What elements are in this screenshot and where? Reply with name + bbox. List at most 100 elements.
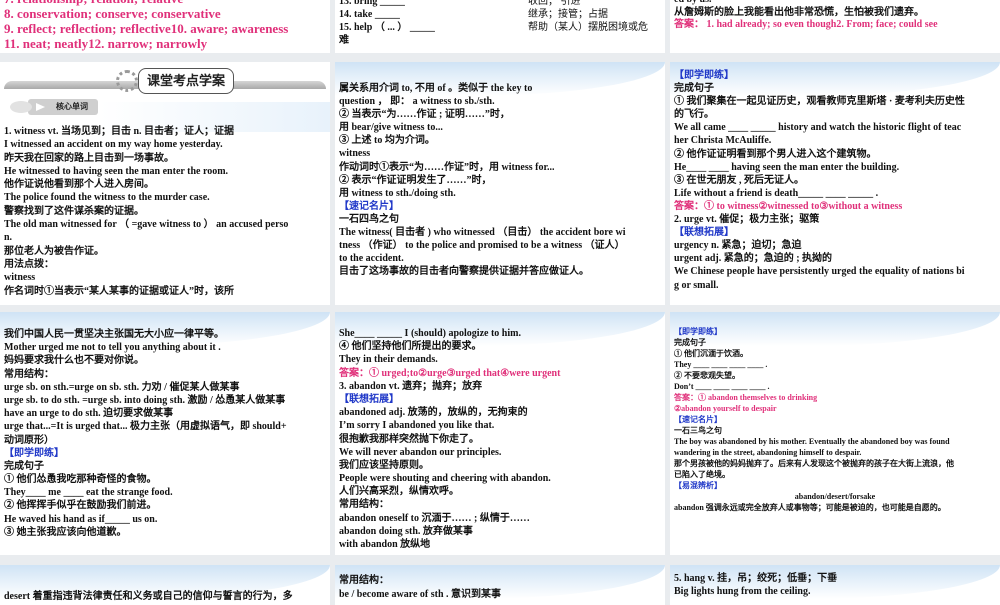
slide-top-left[interactable]: 7. relationship; relation; relative8. co… [0,0,330,53]
slide-abandon-expand[interactable]: She____ _____ I (should) apologize to hi… [335,312,665,555]
text-line: 的飞行。 [674,109,714,121]
text-line: 我们应该坚持原则。 [339,459,429,471]
text-line: 常用结构： [339,575,389,586]
text-line: 人们兴高采烈，纵情欢呼。 [339,486,459,498]
text-line: He witnessed to having seen the man ente… [4,165,229,177]
text-line: 妈妈要求我什么也不要对你说。 [4,355,144,367]
slide-witness-core[interactable]: 课堂考点学案 核心单词 1. witness vt. 当场见到；目击 n. 目击… [0,62,330,305]
slide-abandon-practice[interactable]: 【即学即练】 完成句子 ① 他们沉湎于饮酒。 They ____ ____ ____ … [670,312,1000,555]
text-line: 完成句子 [674,338,706,347]
text-line: 用 witness to sth./doing sth. [339,187,456,199]
answer-line: 9. reflect; reflection; reflective10. aw… [4,21,289,36]
section-heading: 【即学即练】 [4,447,64,459]
text-line: 那个男孩被他的妈妈抛弃了。后来有人发现这个被抛弃的孩子在大街上流浪，他 [674,459,954,468]
text-line: Mother urged me not to tell you anything… [4,342,221,354]
text-line: urgent adj. 紧急的；急迫的 ; 执拗的 [674,253,833,265]
text-line: abandon oneself to 沉湎于…… ; 纵情于…… [339,512,530,524]
answer-line: ②abandon yourself to despair [674,404,777,413]
answer-line: 8. conservation; conserve; conservative [4,6,221,21]
text-line: 继承；接管；占据 [528,9,608,20]
slide-hang[interactable]: 5. hang v. 挂，吊；绞死；低垂；下垂 Big lights hung f… [670,565,1000,605]
text-line: He____ ____ having seen the man enter th… [674,161,900,173]
text-line: witness [4,272,36,284]
section-heading: 【联想拓展】 [339,393,399,405]
text-line: They in their demands. [339,354,438,366]
slide-witness-usage[interactable]: 属关系用介词 to, 不用 of 。类似于 the key to question… [335,62,665,305]
text-line: He waved his hand as if_____ us on. [4,513,158,525]
text-line: ④ 他们坚持他们所提出的要求。 [339,341,482,353]
section-tag-label: 核心单词 [56,102,88,111]
slide-urge-structures[interactable]: 我们中国人民一贯坚决主张国无大小应一律平等。 Mother urged me no… [0,312,330,555]
section-tag: 核心单词 [10,99,98,115]
text-line: 用法点拨： [4,258,54,270]
text-line: ③ 在世无朋友 , 死后无证人。 [674,174,804,186]
slide-text: 属关系用介词 to, 不用 of 。类似于 the key to question… [339,82,661,278]
text-line: 那位老人为被告作证。 [4,245,104,257]
section-heading: 【即学即练】 [674,327,722,336]
text-line: The police found the witness to the murd… [4,192,210,204]
section-banner: 课堂考点学案 [0,68,330,96]
text-line: ② 当表示“为……作证 ; 证明……”时， [339,109,510,121]
text-line: urgency n. 紧急；迫切；急迫 [674,240,802,252]
text-line: n. [4,232,13,244]
text-line: ① 他们沉湎于饮酒。 [674,349,748,358]
slide-text: 1. witness vt. 当场见到；目击 n. 目击者；证人；证据 I wit… [4,125,326,298]
text-line: 常用结构： [339,499,389,511]
text-line: 难 [339,35,349,46]
text-line: We Chinese people have persistently urge… [674,266,965,278]
text-line: ③ 上述 to 均为介词。 [339,135,435,147]
slide-top-right[interactable]: ed by us.从詹姆斯的脸上我能看出他非常恐慌，生怕被我们遗弃。答案： 1.… [670,0,1000,53]
slide-text: 我们中国人民一贯坚决主张国无大小应一律平等。 Mother urged me no… [4,328,326,539]
text-line: 2. urge vt. 催促；极力主张；驱策 [674,214,820,226]
text-line: 目击了这场事故的目击者向警察提供证据并答应做证人。 [339,266,589,278]
slide-witness-practice[interactable]: 【即学即练】 完成句子 ① 我们聚集在一起见证历史，观看教师克里斯塔 · 麦考利夫历… [670,62,1000,305]
text-line: question ， 即： a witness to sb./sth. [339,96,495,108]
section-title: 课堂考点学案 [138,68,235,94]
slide-text-right: 收回； 引进继承；接管；占据 帮助（某人）摆脱困境或危 [528,0,661,34]
text-line: with abandon 放纵地 [339,539,431,550]
text-line: They ____ ____ ____ ____ . [674,360,768,369]
play-icon [36,103,45,111]
text-line: The old man witnessed for （ =gave witnes… [4,219,289,231]
text-line: People were shouting and cheering with a… [339,473,551,485]
section-heading: 【易混辨析】 [674,481,722,490]
text-line: 3. abandon vt. 遗弃；抛弃；放弃 [339,380,483,392]
slide-top-middle[interactable]: 13. bring _____ 14. take _____ 15. help （ … [335,0,665,53]
text-line: abandon doing sth. 放弃做某事 [339,525,473,537]
text-line: 作动词时①表示“为……作证”时，用 witness for... [339,161,555,173]
answer-line: 答案： 1. had already; so even though2. Fro… [674,19,938,30]
text-line: ② 不要悲观失望。 [674,371,740,380]
section-heading: 【速记名片】 [339,200,399,212]
text-line: 作名词时①当表示“某人某事的证据或证人”时，该所 [4,285,234,297]
text-line: her Christa McAuliffe. [674,135,772,147]
slide-text: 常用结构： be / become aware of sth . 意识到某事 [339,574,661,602]
slide-text: 【即学即练】 完成句子 ① 他们沉湎于饮酒。 They ____ ____ ____ … [674,326,996,513]
text-line: 收回； 引进 [528,0,581,7]
text-line: The boy was abandoned by his mother. Eve… [674,437,950,446]
text-line: desert 着重指违背法律责任和义务或自己的信仰与誓言的行为，多 [4,591,293,602]
text-line: urge that...=It is urged that... 极力主张（用虚… [4,421,287,433]
text-line: We all came ____ _____ history and watch… [674,122,962,134]
slide-text: 5. hang v. 挂，吊；绞死；低垂；下垂 Big lights hung f… [674,572,996,598]
section-heading: 【即学即练】 [674,70,734,81]
text-line: Big lights hung from the ceiling. [674,586,811,597]
slide-aware-structures[interactable]: 常用结构： be / become aware of sth . 意识到某事 [335,565,665,605]
text-line: ② 他作证证明看到那个男人进入这个建筑物。 [674,148,877,160]
ornament-icon [116,70,138,92]
text-line: Don’t ____ ____ ____ ____ . [674,382,770,391]
slide-text: 【即学即练】 完成句子 ① 我们聚集在一起见证历史，观看教师克里斯塔 · 麦考利夫历… [674,69,996,292]
text-line: abandoned adj. 放荡的，放纵的，无拘束的 [339,407,528,419]
text-line: They____ me ____ eat the strange food. [4,487,173,499]
text-line: 帮助（某人）摆脱困境或危 [528,22,648,33]
text-line: 5. hang v. 挂，吊；绞死；低垂；下垂 [674,573,838,584]
text-line: 我们中国人民一贯坚决主张国无大小应一律平等。 [4,329,224,340]
slide-desert-note[interactable]: desert 着重指违背法律责任和义务或自己的信仰与誓言的行为，多 [0,565,330,605]
slide-text: ed by us.从詹姆斯的脸上我能看出他非常恐慌，生怕被我们遗弃。答案： 1.… [674,0,996,32]
slide-text: desert 着重指违背法律责任和义务或自己的信仰与誓言的行为，多 [4,590,326,603]
answer-line: 答案：① abandon themselves to drinking [674,393,818,402]
slide-text: 7. relationship; relation; relative8. co… [4,0,326,51]
text-line: I’m sorry I abandoned you like that. [339,420,495,432]
text-line: 一石三鸟之句 [674,426,722,435]
section-heading: 【联想拓展】 [674,227,734,239]
text-line: 完成句子 [4,460,44,472]
